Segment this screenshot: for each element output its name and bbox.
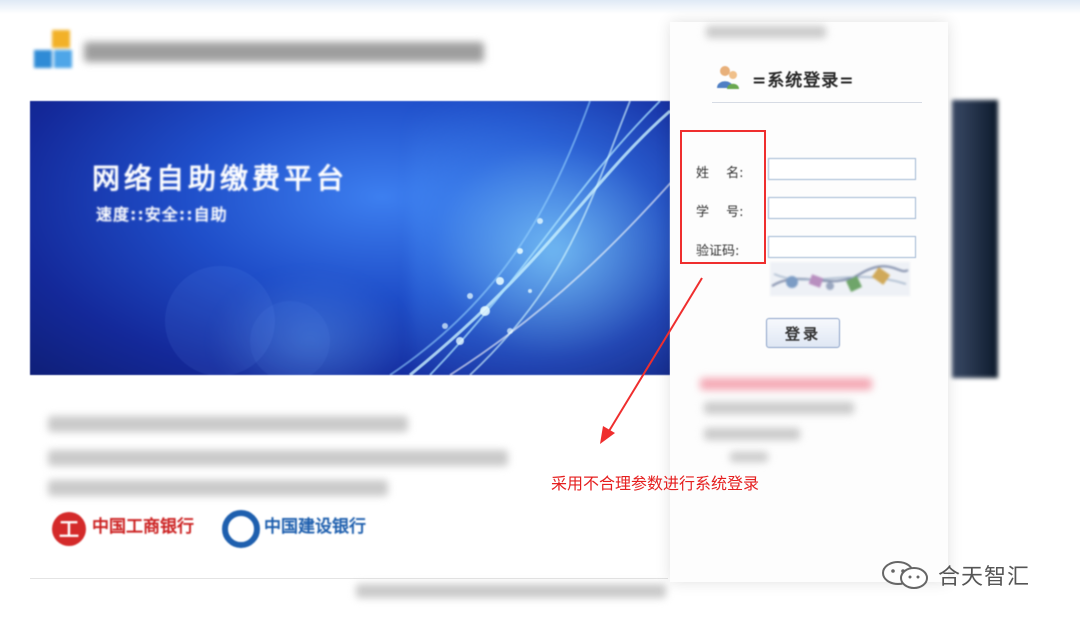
- annotation-arrow: [600, 277, 703, 444]
- wechat-icon: [882, 561, 928, 589]
- annotation-text: 采用不合理参数进行系统登录: [551, 474, 760, 493]
- watermark-text: 合天智汇: [938, 565, 1031, 590]
- watermark: 合天智汇: [878, 558, 1030, 592]
